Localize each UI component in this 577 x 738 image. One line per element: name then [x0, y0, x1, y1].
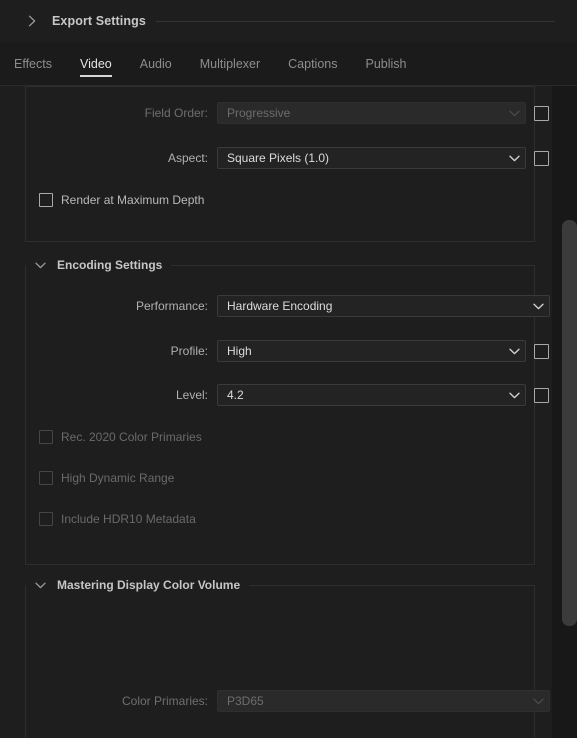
- render-at-maximum-depth-label: Render at Maximum Depth: [61, 193, 205, 207]
- render-at-maximum-depth-checkbox[interactable]: Render at Maximum Depth: [39, 191, 204, 209]
- checkbox-box: [39, 193, 53, 207]
- scrollbar-thumb[interactable]: [562, 220, 577, 626]
- checkbox-box: [39, 512, 53, 526]
- chevron-down-icon: [503, 392, 525, 399]
- basic-video-settings-group: Field Order: Progressive Aspect: Square …: [25, 86, 549, 242]
- tab-publish[interactable]: Publish: [352, 42, 421, 85]
- row-field-order: Field Order: Progressive: [26, 102, 549, 124]
- field-order-dropdown[interactable]: Progressive: [217, 102, 526, 124]
- rec2020-color-primaries-checkbox[interactable]: Rec. 2020 Color Primaries: [39, 428, 202, 446]
- performance-label: Performance:: [135, 299, 208, 313]
- tab-bar: Effects Video Audio Multiplexer Captions…: [0, 42, 577, 86]
- field-order-label: Field Order:: [144, 106, 208, 120]
- tab-label: Publish: [365, 56, 407, 71]
- chevron-down-icon: [527, 698, 549, 705]
- tab-video[interactable]: Video: [66, 42, 126, 85]
- tab-audio[interactable]: Audio: [126, 42, 186, 85]
- settings-scroll-area: Field Order: Progressive Aspect: Square …: [0, 86, 552, 738]
- row-performance: Performance: Hardware Encoding: [26, 295, 550, 317]
- tab-label: Audio: [139, 56, 172, 71]
- performance-value: Hardware Encoding: [227, 299, 333, 313]
- row-color-primaries: Color Primaries: P3D65: [26, 690, 550, 712]
- tab-effects[interactable]: Effects: [0, 42, 66, 85]
- level-label: Level:: [175, 388, 208, 402]
- level-value: 4.2: [227, 388, 244, 402]
- level-checkbox[interactable]: [534, 387, 549, 403]
- profile-dropdown[interactable]: High: [217, 340, 526, 362]
- color-primaries-dropdown[interactable]: P3D65: [217, 690, 550, 712]
- row-profile: Profile: High: [26, 340, 549, 362]
- mastering-display-group: Color Primaries: P3D65: [25, 585, 550, 738]
- aspect-dropdown[interactable]: Square Pixels (1.0): [217, 147, 526, 169]
- aspect-checkbox[interactable]: [534, 150, 549, 166]
- row-level: Level: 4.2: [26, 384, 549, 406]
- color-primaries-label: Color Primaries:: [121, 694, 208, 708]
- row-aspect: Aspect: Square Pixels (1.0): [26, 147, 549, 169]
- rec2020-color-primaries-label: Rec. 2020 Color Primaries: [61, 430, 202, 444]
- aspect-label: Aspect:: [167, 151, 208, 165]
- level-dropdown[interactable]: 4.2: [217, 384, 526, 406]
- profile-label: Profile:: [170, 344, 208, 358]
- checkbox-box: [39, 430, 53, 444]
- high-dynamic-range-checkbox[interactable]: High Dynamic Range: [39, 469, 174, 487]
- header-divider: [155, 20, 555, 22]
- tab-multiplexer[interactable]: Multiplexer: [186, 42, 274, 85]
- field-order-checkbox[interactable]: [534, 105, 549, 121]
- include-hdr10-metadata-label: Include HDR10 Metadata: [61, 512, 196, 526]
- chevron-right-icon[interactable]: [24, 13, 40, 29]
- tab-label: Captions: [288, 56, 338, 71]
- export-settings-panel: Export Settings Effects Video Audio Mult…: [0, 0, 577, 738]
- aspect-value: Square Pixels (1.0): [227, 151, 330, 165]
- performance-dropdown[interactable]: Hardware Encoding: [217, 295, 550, 317]
- tab-label: Video: [79, 56, 112, 71]
- chevron-down-icon: [503, 155, 525, 162]
- profile-checkbox[interactable]: [534, 343, 549, 359]
- tab-label: Multiplexer: [199, 56, 261, 71]
- high-dynamic-range-label: High Dynamic Range: [61, 471, 175, 485]
- panel-header: Export Settings: [0, 0, 577, 42]
- chevron-down-icon: [503, 348, 525, 355]
- vertical-scrollbar[interactable]: [552, 86, 577, 738]
- page-title: Export Settings: [52, 14, 146, 28]
- tab-captions[interactable]: Captions: [274, 42, 351, 85]
- color-primaries-value: P3D65: [227, 694, 264, 708]
- encoding-settings-group: Performance: Hardware Encoding Profile: …: [25, 265, 550, 565]
- chevron-down-icon: [503, 110, 525, 117]
- include-hdr10-metadata-checkbox[interactable]: Include HDR10 Metadata: [39, 510, 196, 528]
- checkbox-box: [39, 471, 53, 485]
- profile-value: High: [227, 344, 252, 358]
- tab-label: Effects: [14, 56, 52, 71]
- chevron-down-icon: [527, 303, 549, 310]
- field-order-value: Progressive: [227, 106, 291, 120]
